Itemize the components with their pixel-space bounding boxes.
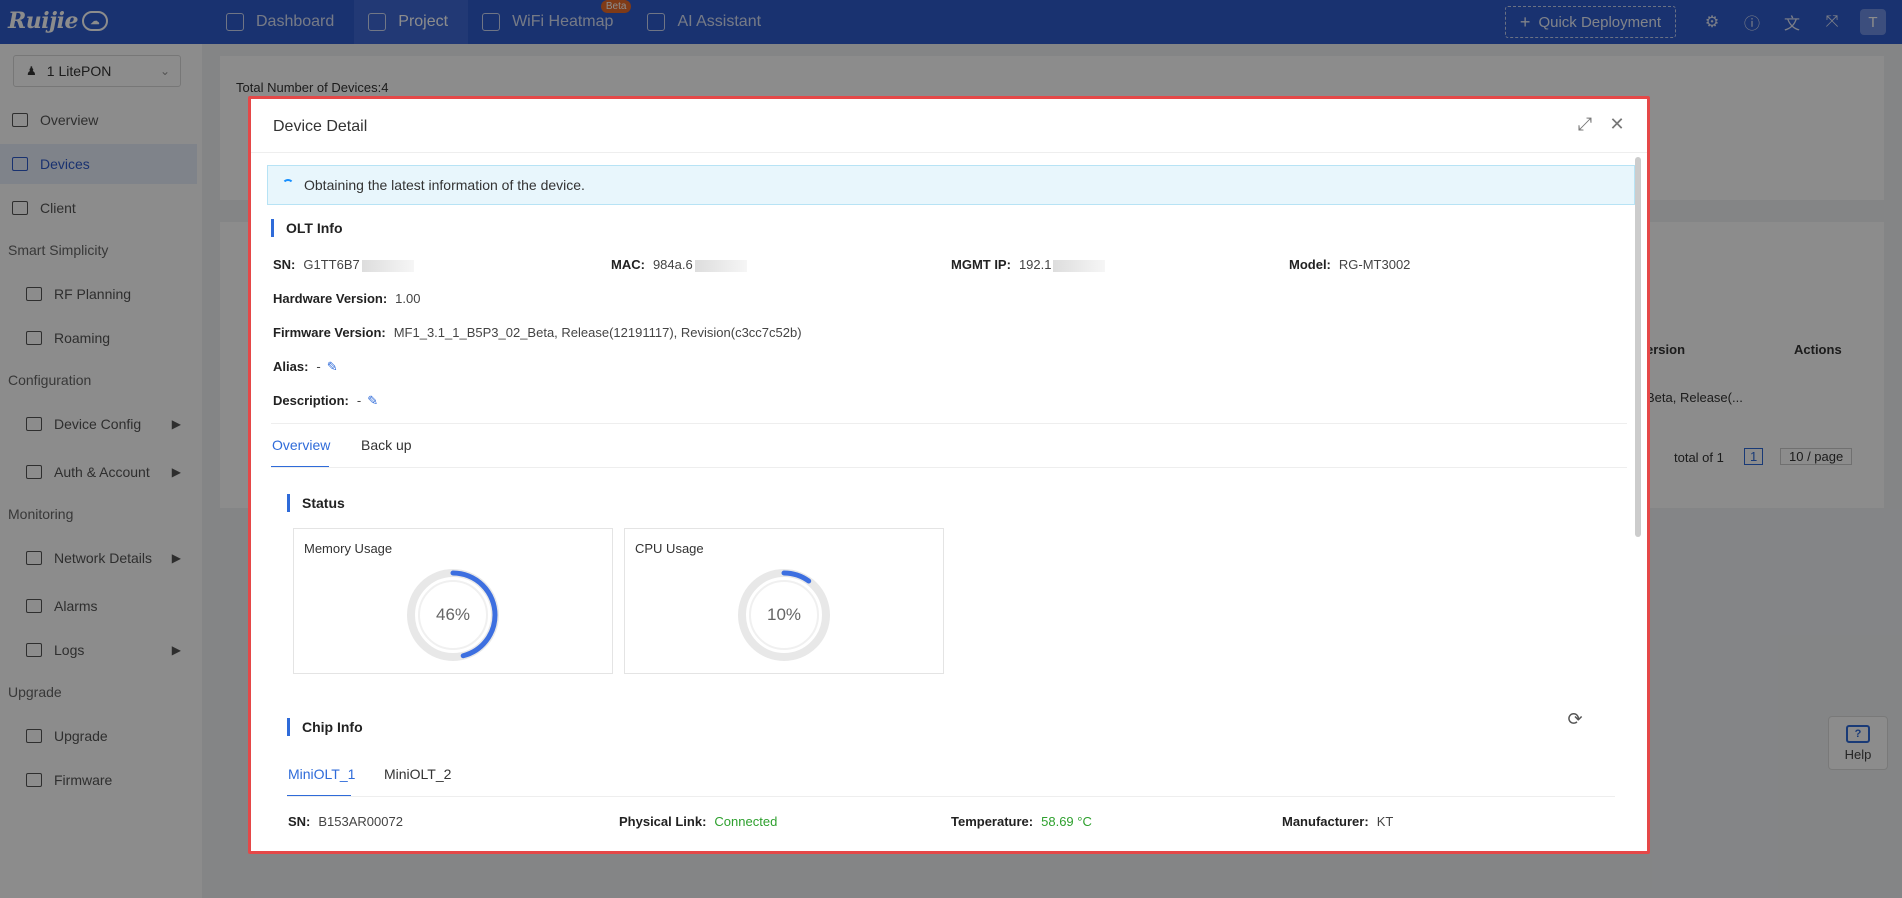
device-detail-modal: Device Detail ⤢ ✕ Obtaining the latest i… — [248, 96, 1650, 854]
firmware-version-field: Firmware Version: MF1_3.1_1_B5P3_02_Beta,… — [273, 325, 802, 340]
modal-title: Device Detail — [273, 118, 368, 135]
hw-value: 1.00 — [395, 291, 421, 306]
mgmt-ip-field: MGMT IP: 192.1 — [951, 257, 1106, 272]
sn-field: SN: G1TT6B7 — [273, 257, 414, 272]
cpu-usage-title: CPU Usage — [635, 541, 704, 556]
physical-link-label: Physical Link: — [619, 814, 707, 829]
divider — [271, 423, 1627, 424]
alias-value: - — [316, 359, 321, 374]
info-banner: Obtaining the latest information of the … — [267, 165, 1635, 205]
memory-gauge: 46% — [405, 567, 501, 663]
tab-miniolt-1[interactable]: MiniOLT_1 — [288, 766, 355, 782]
temperature-label: Temperature: — [951, 814, 1034, 829]
loading-spinner-icon — [282, 179, 294, 191]
chip-sn-value: B153AR00072 — [318, 814, 403, 829]
edit-pencil-icon[interactable]: ✎ — [327, 359, 338, 374]
banner-text: Obtaining the latest information of the … — [304, 177, 585, 193]
tab-divider — [271, 467, 1627, 468]
manufacturer-field: Manufacturer: KT — [1282, 814, 1393, 829]
redacted-mask — [1053, 259, 1106, 272]
modal-scrollbar[interactable] — [1635, 157, 1641, 537]
sn-value: G1TT6B7 — [303, 257, 360, 272]
mgmt-ip-label: MGMT IP: — [951, 257, 1011, 272]
model-label: Model: — [1289, 257, 1331, 272]
chip-sn-label: SN: — [288, 814, 311, 829]
cpu-gauge-value: 10% — [766, 605, 802, 624]
desc-label: Description: — [273, 393, 349, 408]
chip-tab-divider — [287, 796, 1615, 797]
edit-pencil-icon[interactable]: ✎ — [367, 393, 378, 408]
refresh-icon[interactable]: ⟳ — [1565, 709, 1585, 729]
tab-overview[interactable]: Overview — [272, 437, 330, 453]
mac-field: MAC: 984a.6 — [611, 257, 747, 272]
description-field: Description: - ✎ — [273, 393, 378, 409]
manufacturer-label: Manufacturer: — [1282, 814, 1369, 829]
mac-value: 984a.6 — [652, 257, 693, 272]
expand-icon[interactable]: ⤢ — [1575, 114, 1595, 134]
mgmt-ip-value: 192.1 — [1018, 257, 1052, 272]
close-icon[interactable]: ✕ — [1607, 114, 1627, 134]
cpu-gauge: 10% — [736, 567, 832, 663]
mac-label: MAC: — [611, 257, 645, 272]
alias-field: Alias: - ✎ — [273, 359, 338, 375]
cpu-usage-card: CPU Usage 10% — [624, 528, 944, 674]
alias-label: Alias: — [273, 359, 309, 374]
redacted-mask — [694, 259, 747, 272]
olt-info-title: OLT Info — [271, 219, 343, 237]
tab-back-up[interactable]: Back up — [361, 437, 412, 453]
temperature-value: 58.69 °C — [1041, 814, 1092, 829]
physical-link-field: Physical Link: Connected — [619, 814, 777, 829]
memory-gauge-value: 46% — [435, 605, 471, 624]
memory-usage-title: Memory Usage — [304, 541, 393, 556]
modal-header: Device Detail ⤢ ✕ — [251, 99, 1647, 153]
physical-link-value: Connected — [714, 814, 778, 829]
chip-info-title: Chip Info — [287, 718, 363, 736]
tab-miniolt-2[interactable]: MiniOLT_2 — [384, 766, 451, 782]
manufacturer-value: KT — [1376, 814, 1394, 829]
desc-value: - — [356, 393, 362, 408]
memory-usage-card: Memory Usage 46% — [293, 528, 613, 674]
redacted-mask — [361, 259, 414, 272]
model-field: Model: RG-MT3002 — [1289, 257, 1410, 272]
model-value: RG-MT3002 — [1338, 257, 1411, 272]
hardware-version-field: Hardware Version: 1.00 — [273, 291, 420, 306]
fw-label: Firmware Version: — [273, 325, 386, 340]
fw-value: MF1_3.1_1_B5P3_02_Beta, Release(12191117… — [393, 325, 802, 340]
status-title: Status — [287, 494, 345, 512]
hw-label: Hardware Version: — [273, 291, 388, 306]
chip-sn-field: SN: B153AR00072 — [288, 814, 403, 829]
temperature-field: Temperature: 58.69 °C — [951, 814, 1092, 829]
sn-label: SN: — [273, 257, 296, 272]
